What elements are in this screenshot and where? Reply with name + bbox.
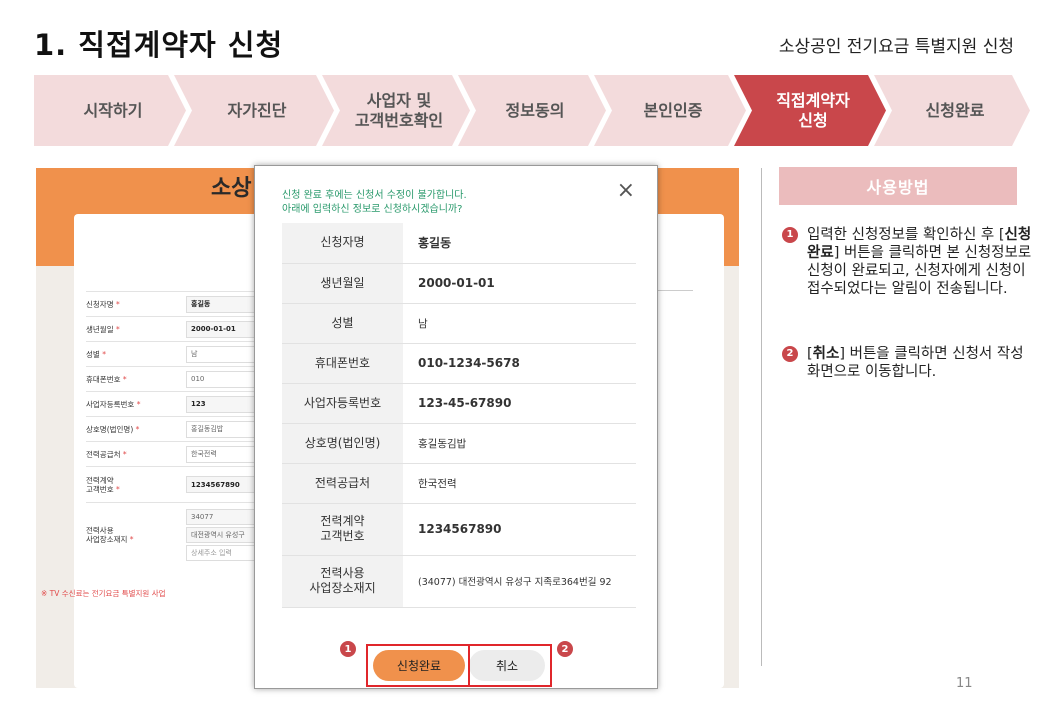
step-start: 시작하기 (34, 75, 186, 146)
required-mark: * (116, 299, 120, 309)
row-label: 전력사용 사업장소재지 (282, 555, 403, 608)
step-marker-1: 1 (340, 641, 356, 657)
page-subtitle: 소상공인 전기요금 특별지원 신청 (778, 37, 1014, 57)
field-label: 전력계약 고객번호 * (86, 476, 186, 494)
required-mark: * (122, 449, 127, 459)
cancel-highlight-box (468, 644, 552, 687)
help-title: 사용방법 (779, 167, 1017, 205)
field-label: 상호명(법인명) * (86, 424, 186, 435)
close-icon[interactable]: × (617, 180, 635, 202)
label-text: 신청자명 (86, 299, 114, 309)
step-label: 시작하기 (83, 100, 143, 120)
page-title: 1. 직접계약자 신청 (34, 28, 284, 62)
required-mark: * (116, 324, 120, 334)
table-row: 전력사용 사업장소재지 (34077) 대전광역시 유성구 지족로364번길 92 (282, 555, 636, 608)
row-value: (34077) 대전광역시 유성구 지족로364번길 92 (403, 555, 636, 608)
required-mark: * (116, 484, 120, 494)
step-label: 직접계약자 신청 (776, 90, 850, 130)
field-label: 생년월일 * (86, 324, 186, 335)
row-label: 성별 (282, 303, 403, 344)
row-label: 생년월일 (282, 263, 403, 304)
row-value: 홍길동 (403, 223, 636, 264)
field-label: 휴대폰번호 * (86, 374, 186, 385)
field-label: 성별 * (86, 349, 186, 360)
row-value: 한국전력 (403, 463, 636, 504)
label-text: 휴대폰번호 (86, 374, 121, 384)
label-text: 사업자등록번호 (86, 399, 135, 409)
step-label: 사업자 및 고객번호확인 (354, 90, 444, 130)
help-item-1: 1 입력한 신청정보를 확인하신 후 [신청완료] 버튼을 클릭하면 본 신청정… (782, 226, 1039, 298)
table-row: 신청자명 홍길동 (282, 223, 636, 264)
row-label: 전력계약 고객번호 (282, 503, 403, 556)
row-value: 2000-01-01 (403, 263, 636, 304)
modal-message: 신청 완료 후에는 신청서 수정이 불가합니다. 아래에 입력하신 정보로 신청… (282, 190, 467, 215)
row-value: 1234567890 (403, 503, 636, 556)
tv-fee-note: ※ TV 수신료는 전기요금 특별지원 사업 (41, 589, 166, 598)
row-value: 123-45-67890 (403, 383, 636, 424)
help-text-post: ] 버튼을 클릭하면 본 신청정보로 신청이 완료되고, 신청자에게 신청이 접… (807, 245, 1032, 297)
table-row: 전력계약 고객번호 1234567890 (282, 503, 636, 556)
row-value: 남 (403, 303, 636, 344)
divider (761, 168, 762, 666)
help-text-post: ] 버튼을 클릭하면 신청서 작성 화면으로 이동합니다. (807, 346, 1024, 380)
confirm-modal: 신청 완료 후에는 신청서 수정이 불가합니다. 아래에 입력하신 정보로 신청… (254, 165, 658, 689)
table-row: 성별 남 (282, 303, 636, 344)
help-text: 입력한 신청정보를 확인하신 후 [신청완료] 버튼을 클릭하면 본 신청정보로… (807, 226, 1039, 298)
step-label: 신청완료 (925, 100, 985, 120)
field-label: 전력사용 사업장소재지 * (86, 526, 186, 544)
table-row: 전력공급처 한국전력 (282, 463, 636, 504)
row-label: 휴대폰번호 (282, 343, 403, 384)
submit-highlight-box (366, 644, 470, 687)
confirm-table: 신청자명 홍길동 생년월일 2000-01-01 성별 남 휴대폰번호 010-1234… (282, 223, 636, 608)
field-label: 전력공급처 * (86, 449, 186, 460)
required-mark: * (102, 349, 106, 359)
table-row: 사업자등록번호 123-45-67890 (282, 383, 636, 424)
row-value: 홍길동김밥 (403, 423, 636, 464)
help-text: [취소] 버튼을 클릭하면 신청서 작성 화면으로 이동합니다. (807, 345, 1039, 381)
table-row: 휴대폰번호 010-1234-5678 (282, 343, 636, 384)
required-mark: * (122, 374, 127, 384)
row-label: 사업자등록번호 (282, 383, 403, 424)
page-number: 11 (956, 676, 973, 691)
row-label: 전력공급처 (282, 463, 403, 504)
label-text: 전력계약 고객번호 (86, 475, 114, 494)
help-item-2: 2 [취소] 버튼을 클릭하면 신청서 작성 화면으로 이동합니다. (782, 345, 1039, 381)
step-marker-2: 2 (557, 641, 573, 657)
row-label: 상호명(법인명) (282, 423, 403, 464)
step-label: 정보동의 (505, 100, 565, 120)
step-direct-contract: 직접계약자 신청 (734, 75, 886, 146)
step-identity-verify: 본인인증 (594, 75, 746, 146)
help-text-bold: 취소 (812, 346, 840, 362)
app-title: 소상 (211, 176, 252, 201)
step-progress-bar: 시작하기 자가진단 사업자 및 고객번호확인 정보동의 본인인증 직접계약자 신… (34, 75, 1030, 146)
required-mark: * (135, 424, 140, 434)
step-business-check: 사업자 및 고객번호확인 (322, 75, 470, 146)
field-label: 신청자명 * (86, 299, 186, 310)
number-badge: 2 (782, 346, 798, 362)
step-self-diagnosis: 자가진단 (174, 75, 334, 146)
label-text: 생년월일 (86, 324, 114, 334)
step-complete: 신청완료 (874, 75, 1030, 146)
row-value: 010-1234-5678 (403, 343, 636, 384)
label-text: 성별 (86, 349, 100, 359)
required-mark: * (129, 534, 134, 544)
table-row: 생년월일 2000-01-01 (282, 263, 636, 304)
number-badge: 1 (782, 227, 798, 243)
label-text: 전력사용 사업장소재지 (86, 525, 128, 544)
field-label: 사업자등록번호 * (86, 399, 186, 410)
help-text-pre: 입력한 신청정보를 확인하신 후 [ (807, 227, 1005, 243)
required-mark: * (136, 399, 141, 409)
step-label: 자가진단 (227, 100, 287, 120)
table-row: 상호명(법인명) 홍길동김밥 (282, 423, 636, 464)
label-text: 상호명(법인명) (86, 424, 134, 434)
step-info-consent: 정보동의 (458, 75, 606, 146)
row-label: 신청자명 (282, 223, 403, 264)
step-label: 본인인증 (643, 100, 703, 120)
label-text: 전력공급처 (86, 449, 121, 459)
